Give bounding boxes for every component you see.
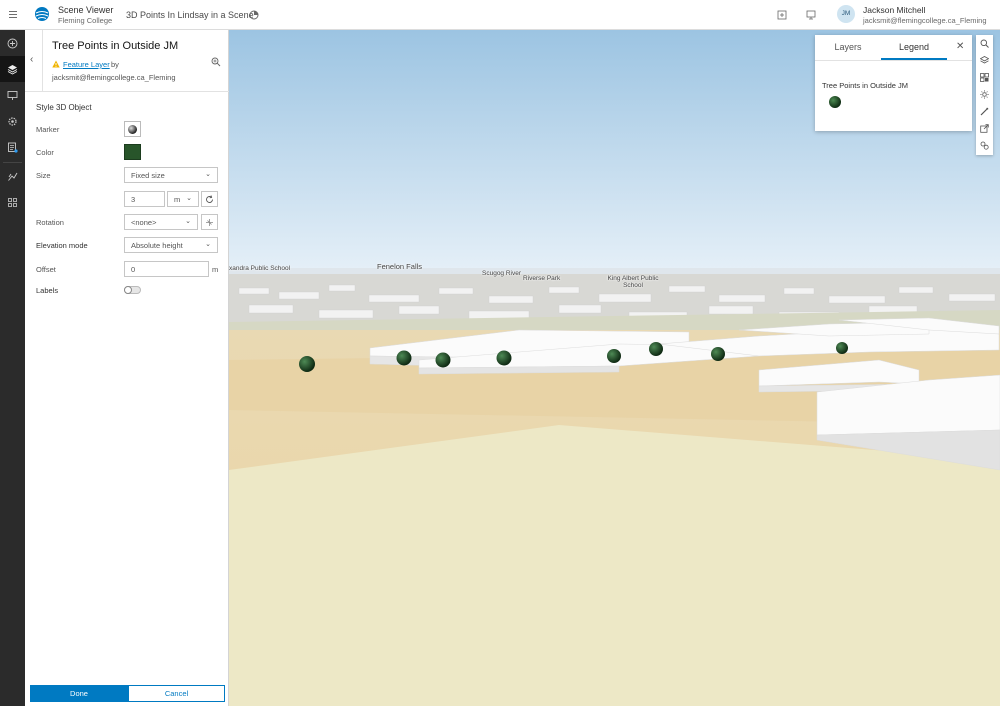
user-name[interactable]: Jackson Mitchell — [863, 5, 925, 15]
chevron-down-icon: ⌄ — [205, 171, 211, 178]
map-label: xandra Public School — [229, 265, 291, 272]
tab-layers[interactable]: Layers — [815, 35, 881, 60]
left-action-bar: » — [0, 30, 25, 706]
presentation-icon — [7, 91, 18, 100]
done-button[interactable]: Done — [30, 685, 128, 702]
size-mode-value: Fixed size — [131, 171, 165, 180]
app-header: Scene Viewer Fleming College 3D Points I… — [0, 0, 1000, 30]
elevation-label: Elevation mode — [36, 241, 88, 250]
offset-label: Offset — [36, 265, 56, 274]
rotation-select[interactable]: <none> ⌄ — [124, 214, 198, 230]
layers-icon — [7, 65, 18, 75]
labels-label: Labels — [36, 286, 59, 295]
legend-symbol — [829, 96, 841, 108]
chevron-down-icon: ⌄ — [185, 218, 191, 225]
settings-icon — [8, 117, 17, 126]
apps-icon — [8, 198, 17, 207]
by-text: by — [111, 60, 119, 69]
scene-info-icon[interactable] — [249, 10, 259, 20]
rotation-value: <none> — [131, 218, 157, 227]
basemap-button[interactable] — [976, 69, 993, 86]
refresh-icon — [206, 195, 213, 203]
color-label: Color — [36, 148, 54, 157]
size-unit-value: m — [174, 195, 181, 204]
rotate-icon — [206, 219, 213, 226]
style-panel: ‹ Tree Points in Outside JM Feature Laye… — [25, 30, 229, 706]
lb-slides[interactable] — [0, 82, 25, 108]
chevron-left-icon: ‹ — [30, 54, 34, 65]
size-mode-select[interactable]: Fixed size ⌄ — [124, 167, 218, 183]
search-icon — [980, 39, 989, 48]
daylight-button[interactable] — [976, 86, 993, 103]
lb-apps[interactable] — [0, 189, 25, 215]
user-email: jacksmit@flemingcollege.ca_Fleming — [863, 16, 987, 25]
tab-legend[interactable]: Legend — [881, 35, 947, 60]
size-unit-select[interactable]: m ⌄ — [167, 191, 199, 207]
cancel-button[interactable]: Cancel — [128, 685, 225, 702]
elevation-value: Absolute height — [131, 241, 183, 250]
close-icon[interactable]: ✕ — [956, 41, 964, 52]
layers-icon — [980, 56, 989, 64]
map-label: Fenelon Falls — [377, 262, 423, 271]
back-button[interactable]: ‹ — [25, 30, 43, 92]
layers-button[interactable] — [976, 52, 993, 69]
warning-icon — [52, 60, 60, 68]
search-button[interactable] — [976, 35, 993, 52]
offset-unit: m — [212, 265, 219, 274]
scene-viewer-logo — [35, 7, 49, 21]
menu-icon[interactable] — [7, 9, 19, 21]
avatar[interactable]: JM — [837, 5, 855, 23]
org-name: Fleming College — [58, 16, 113, 25]
feature-layer-link[interactable]: Feature Layer — [63, 60, 110, 69]
marker-symbol-button[interactable] — [124, 121, 141, 137]
present-icon[interactable] — [806, 10, 816, 20]
basemap-icon — [980, 73, 989, 82]
color-swatch[interactable] — [124, 144, 141, 160]
refresh-size-button[interactable] — [201, 191, 218, 207]
scene-title[interactable]: 3D Points In Lindsay in a Scene — [126, 10, 254, 20]
layer-title: Tree Points in Outside JM — [52, 40, 179, 52]
map-toolbar — [976, 35, 993, 155]
elevation-select[interactable]: Absolute height ⌄ — [124, 237, 218, 253]
lb-analysis[interactable] — [0, 163, 25, 189]
add-icon — [7, 38, 18, 49]
settings-icon — [980, 141, 989, 150]
rotation-label: Rotation — [36, 218, 64, 227]
legend-panel: Layers Legend ✕ Tree Points in Outside J… — [815, 35, 972, 131]
chevron-down-icon: ⌄ — [205, 241, 211, 248]
marker-label: Marker — [36, 125, 60, 134]
map-label: King Albert Public School — [607, 275, 659, 289]
table-icon — [8, 142, 18, 153]
chevron-down-icon: ⌄ — [186, 195, 192, 202]
lb-add[interactable] — [0, 30, 25, 56]
map-label: Riverse Park — [523, 275, 561, 282]
offset-input[interactable]: 0 — [124, 261, 209, 277]
share-button[interactable] — [976, 120, 993, 137]
scene-view[interactable]: xandra Public School Fenelon Falls Scugo… — [229, 30, 1000, 706]
labels-toggle[interactable] — [124, 286, 141, 294]
lb-table[interactable] — [0, 134, 25, 160]
measure-icon — [980, 107, 989, 116]
section-title: Style 3D Object — [36, 103, 92, 112]
daylight-icon — [980, 90, 989, 99]
measure-button[interactable] — [976, 103, 993, 120]
size-label: Size — [36, 171, 51, 180]
lb-layers[interactable] — [0, 56, 25, 82]
share-icon — [980, 124, 989, 133]
settings-button[interactable] — [976, 137, 993, 154]
divider — [815, 60, 972, 61]
app-title: Scene Viewer — [58, 5, 114, 15]
scene-canvas[interactable] — [229, 30, 1000, 706]
analysis-icon — [8, 172, 18, 181]
rotation-tool-button[interactable] — [201, 214, 218, 230]
lb-settings[interactable] — [0, 108, 25, 134]
legend-layer-name: Tree Points in Outside JM — [822, 81, 909, 90]
layer-owner: jacksmit@flemingcollege.ca_Fleming — [52, 73, 176, 82]
zoom-to-icon[interactable] — [211, 57, 221, 67]
map-label: Scugog River — [482, 270, 522, 277]
size-value-input[interactable]: 3 — [124, 191, 165, 207]
add-icon[interactable] — [777, 10, 787, 20]
panel-header: ‹ Tree Points in Outside JM Feature Laye… — [25, 30, 229, 92]
